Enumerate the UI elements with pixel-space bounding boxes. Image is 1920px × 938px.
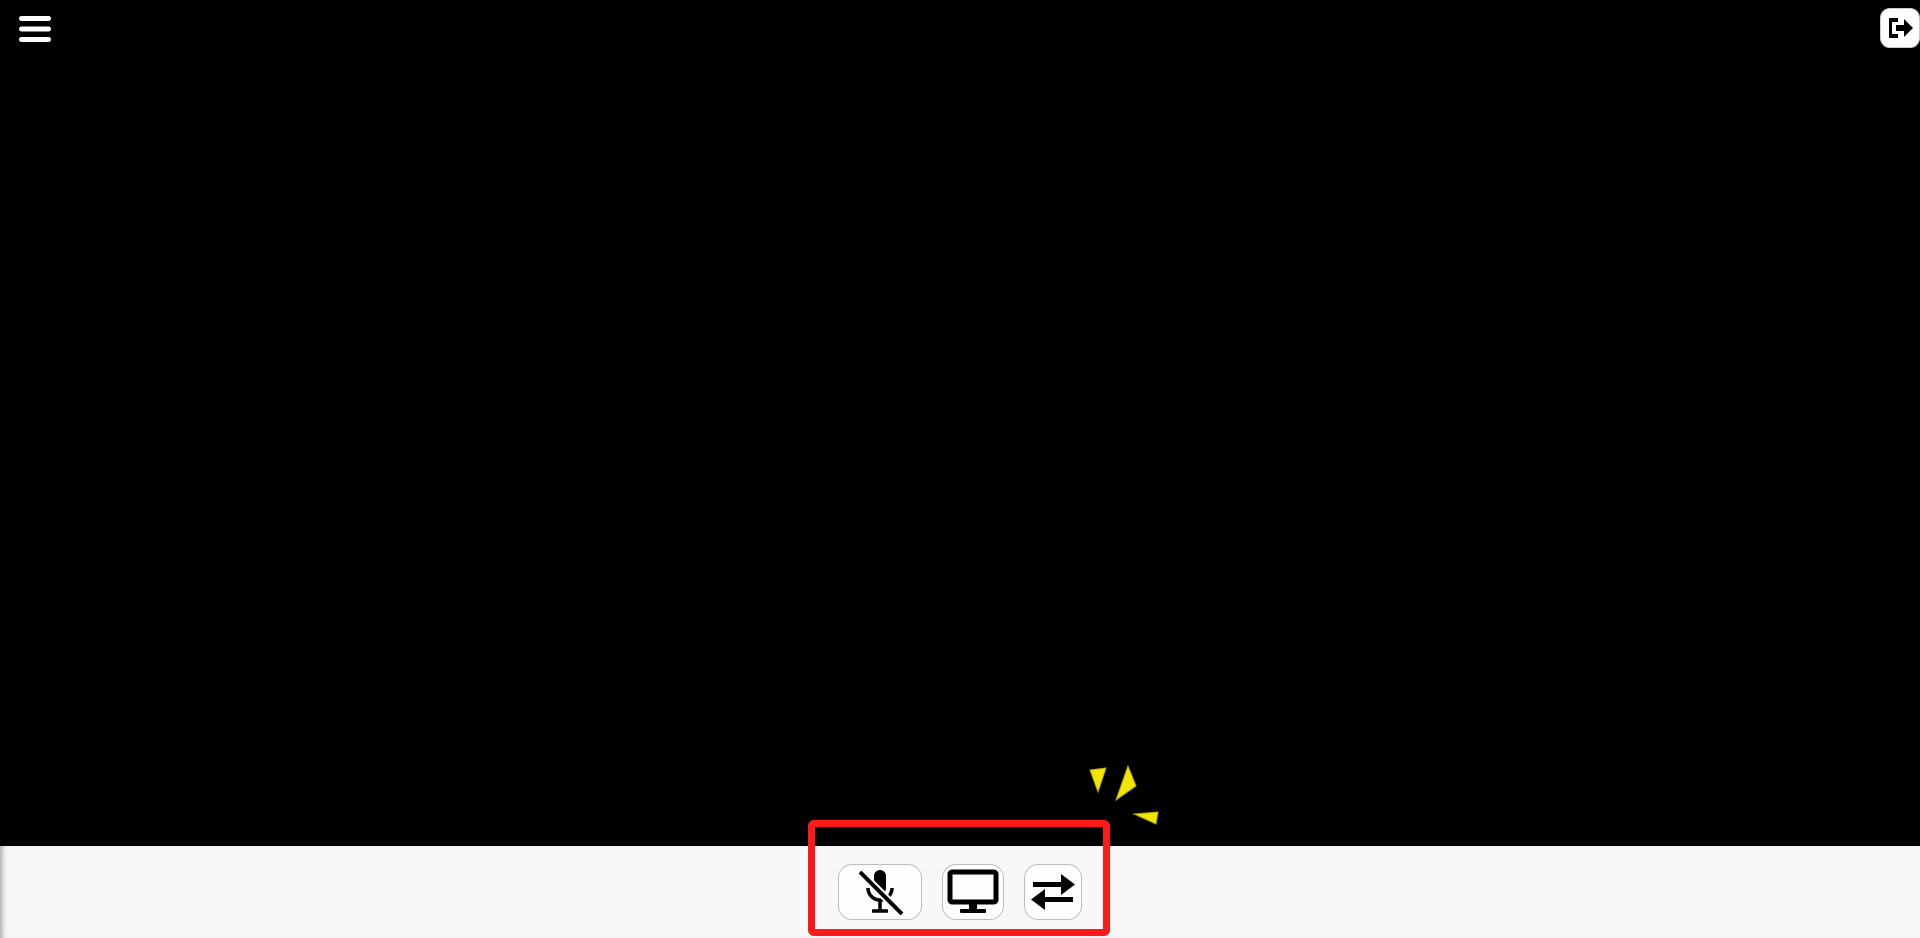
swap-arrows-icon — [1031, 874, 1075, 910]
screen-share-button[interactable] — [942, 864, 1004, 920]
switch-camera-button[interactable] — [1024, 864, 1082, 920]
monitor-screen-icon — [947, 869, 999, 913]
sparkle-icon — [1089, 764, 1159, 825]
menu-button[interactable] — [18, 14, 52, 44]
video-stage — [0, 0, 1920, 846]
exit-button[interactable] — [1880, 8, 1920, 48]
microphone-muted-icon — [857, 869, 905, 917]
sparkle-decoration — [1086, 764, 1160, 826]
hamburger-menu-icon — [19, 16, 51, 42]
exit-door-arrow-icon — [1889, 18, 1913, 38]
mute-microphone-button[interactable] — [838, 864, 922, 920]
